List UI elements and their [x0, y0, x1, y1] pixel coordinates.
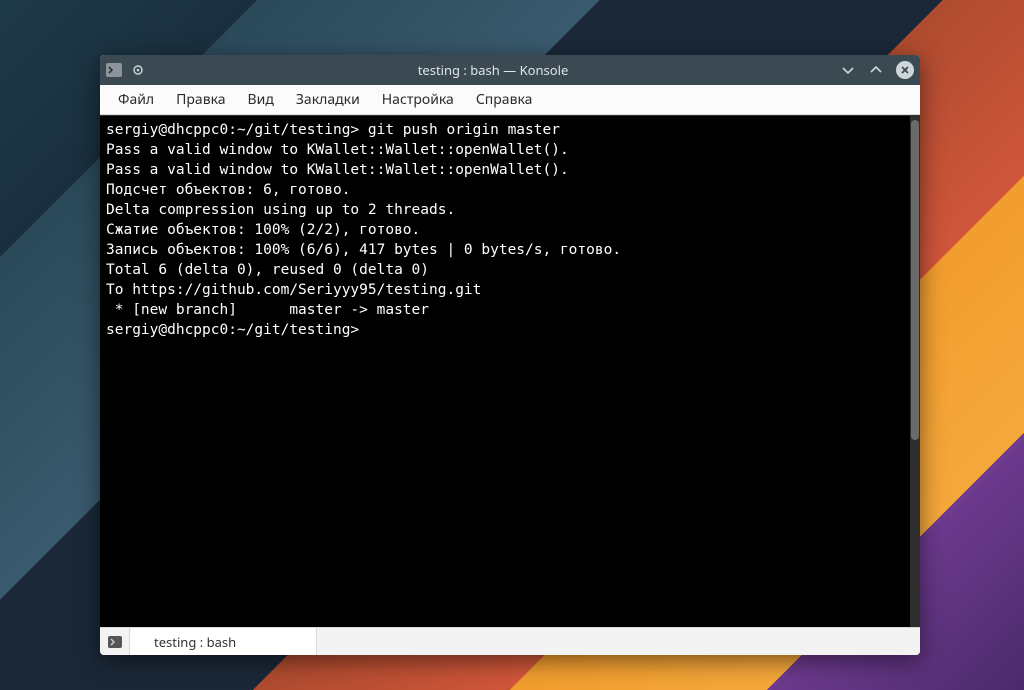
terminal-line: Pass a valid window to KWallet::Wallet::… — [106, 162, 569, 178]
pin-icon[interactable] — [130, 62, 146, 78]
terminal-line: Pass a valid window to KWallet::Wallet::… — [106, 142, 569, 158]
close-button[interactable] — [896, 61, 914, 79]
tab-active[interactable]: testing : bash — [130, 628, 317, 655]
terminal-line: To https://github.com/Seriyyy95/testing.… — [106, 282, 481, 298]
menu-settings[interactable]: Настройка — [372, 86, 464, 113]
terminal-line: Total 6 (delta 0), reused 0 (delta 0) — [106, 262, 429, 278]
menu-help[interactable]: Справка — [466, 86, 543, 113]
menu-edit[interactable]: Правка — [166, 86, 235, 113]
terminal-line: sergiy@dhcppc0:~/git/testing> — [106, 322, 359, 338]
menu-file[interactable]: Файл — [108, 86, 164, 113]
terminal-line: Запись объектов: 100% (6/6), 417 bytes |… — [106, 242, 621, 258]
terminal-line: Сжатие объектов: 100% (2/2), готово. — [106, 222, 420, 238]
terminal-line: * [new branch] master -> master — [106, 302, 429, 318]
terminal-line: Delta compression using up to 2 threads. — [106, 202, 455, 218]
tab-label: testing : bash — [154, 633, 236, 651]
minimize-button[interactable] — [840, 62, 856, 78]
desktop-background: testing : bash — Konsole Файл Правка Вид… — [0, 0, 1024, 690]
window-titlebar[interactable]: testing : bash — Konsole — [100, 55, 920, 85]
konsole-window: testing : bash — Konsole Файл Правка Вид… — [100, 55, 920, 655]
new-tab-button[interactable] — [100, 628, 130, 655]
terminal-line: Подсчет объектов: 6, готово. — [106, 182, 350, 198]
terminal-scrollbar[interactable] — [910, 116, 920, 627]
menu-view[interactable]: Вид — [238, 86, 284, 113]
terminal-line: sergiy@dhcppc0:~/git/testing> git push o… — [106, 122, 560, 138]
terminal-app-icon — [106, 62, 122, 78]
menubar: Файл Правка Вид Закладки Настройка Справ… — [100, 85, 920, 115]
window-title: testing : bash — Konsole — [146, 61, 840, 79]
terminal-output[interactable]: sergiy@dhcppc0:~/git/testing> git push o… — [100, 116, 910, 627]
tabbar: testing : bash — [100, 627, 920, 655]
scrollbar-thumb[interactable] — [911, 120, 919, 440]
terminal-viewport: sergiy@dhcppc0:~/git/testing> git push o… — [100, 115, 920, 627]
menu-bookmarks[interactable]: Закладки — [286, 86, 370, 113]
maximize-button[interactable] — [868, 62, 884, 78]
